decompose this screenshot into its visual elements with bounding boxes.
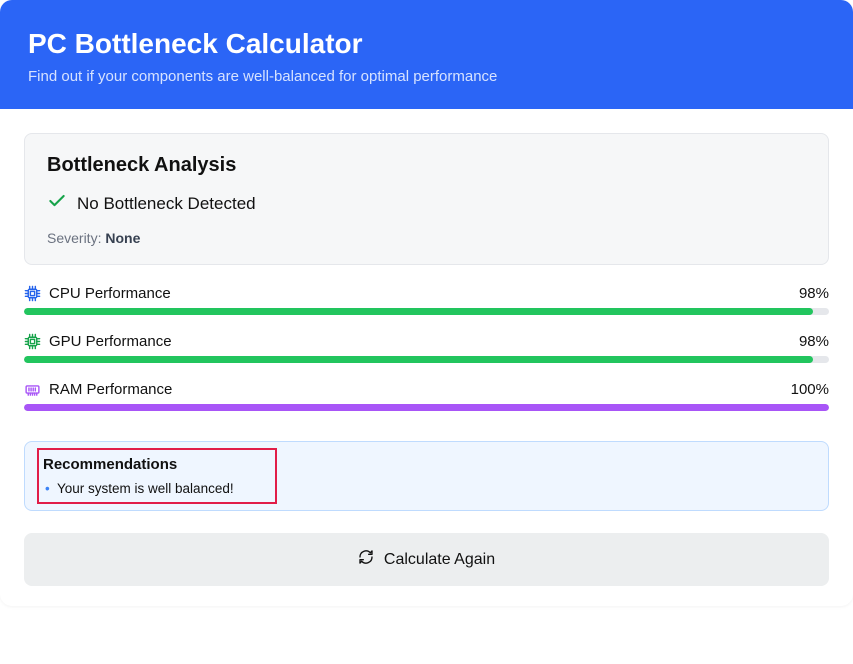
gpu-value: 98% [799,333,829,350]
gpu-icon [24,333,41,350]
check-icon [47,191,67,216]
cpu-label: CPU Performance [49,285,171,302]
recommendations-heading: Recommendations [43,456,810,473]
status-line: No Bottleneck Detected [47,191,806,216]
calculate-again-label: Calculate Again [384,551,495,569]
cpu-progress-fill [24,308,813,315]
severity-line: Severity: None [47,230,806,246]
metric-cpu: CPU Performance 98% [24,285,829,315]
recommendation-item: Your system is well balanced! [45,481,810,496]
severity-label: Severity: [47,230,101,246]
status-text: No Bottleneck Detected [77,194,256,214]
calculate-again-button[interactable]: Calculate Again [24,533,829,586]
gpu-progress-fill [24,356,813,363]
refresh-icon [358,549,374,570]
recommendations-box: Recommendations Your system is well bala… [24,441,829,511]
ram-icon [24,381,41,398]
page-title: PC Bottleneck Calculator [28,28,825,60]
metric-gpu: GPU Performance 98% [24,333,829,363]
gpu-progress [24,356,829,363]
ram-progress [24,404,829,411]
analysis-heading: Bottleneck Analysis [47,154,806,177]
cpu-icon [24,285,41,302]
severity-value: None [105,230,140,246]
ram-label: RAM Performance [49,381,172,398]
recommendations-list: Your system is well balanced! [43,481,810,496]
body: Bottleneck Analysis No Bottleneck Detect… [0,109,853,606]
page-subtitle: Find out if your components are well-bal… [28,68,825,85]
cpu-progress [24,308,829,315]
header: PC Bottleneck Calculator Find out if you… [0,0,853,109]
metric-ram: RAM Performance 100% [24,381,829,411]
main-card: PC Bottleneck Calculator Find out if you… [0,0,853,606]
analysis-box: Bottleneck Analysis No Bottleneck Detect… [24,133,829,265]
cpu-value: 98% [799,285,829,302]
ram-value: 100% [791,381,829,398]
gpu-label: GPU Performance [49,333,172,350]
ram-progress-fill [24,404,829,411]
